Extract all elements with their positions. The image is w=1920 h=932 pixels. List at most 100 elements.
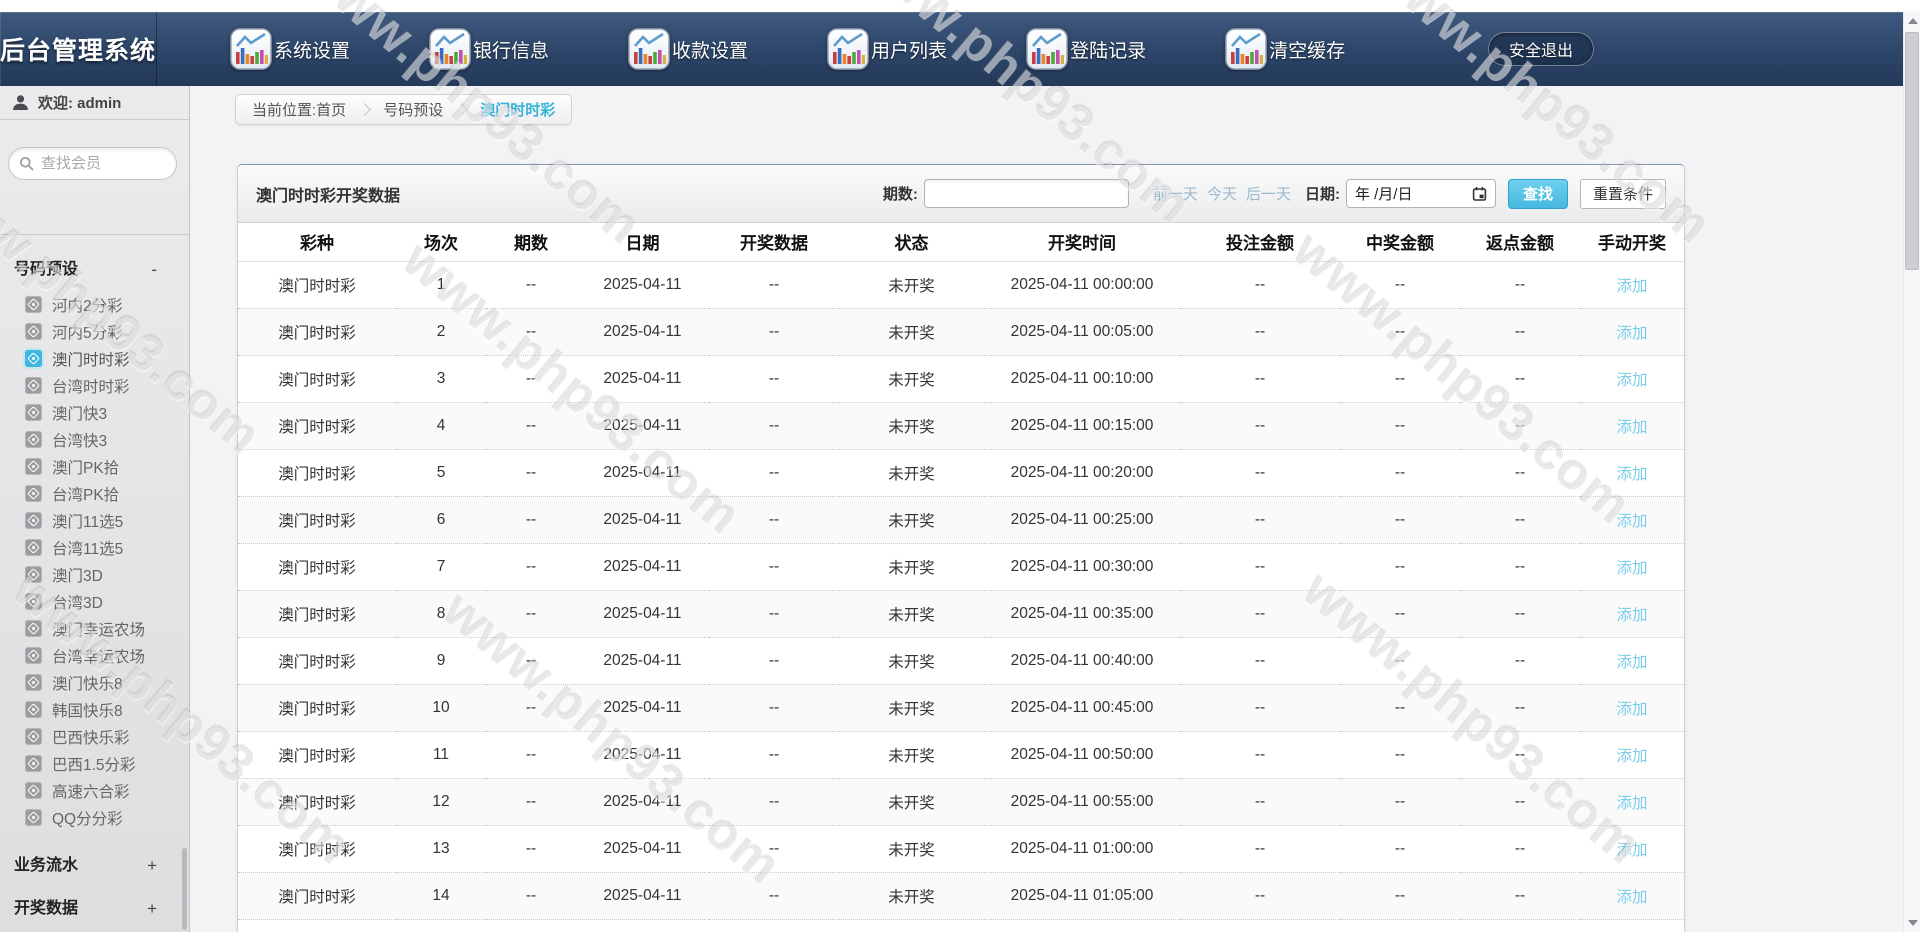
member-search-input[interactable] xyxy=(41,155,161,172)
bullet-icon xyxy=(25,350,42,367)
sidebar-item-lottery[interactable]: 河内5分彩 xyxy=(0,318,189,345)
add-link[interactable]: 添加 xyxy=(1616,372,1647,389)
sidebar-item-lottery[interactable]: 高速六合彩 xyxy=(0,777,189,804)
sidebar-item-lottery[interactable]: QQ分分彩 xyxy=(0,804,189,831)
sidebar-item-label: 澳门时时彩 xyxy=(52,348,130,370)
cell-issue: -- xyxy=(486,308,576,355)
add-link[interactable]: 添加 xyxy=(1616,889,1647,906)
cell-time: 2025-04-11 00:45:00 xyxy=(984,684,1180,731)
bullet-icon xyxy=(25,593,42,610)
sidebar-item-lottery[interactable]: 澳门PK拾 xyxy=(0,453,189,480)
sidebar-item-lottery[interactable]: 巴西快乐彩 xyxy=(0,723,189,750)
sidebar-item-lottery[interactable]: 台湾PK拾 xyxy=(0,480,189,507)
nav-item[interactable]: 系统设置 xyxy=(230,28,350,70)
add-link[interactable]: 添加 xyxy=(1616,795,1647,812)
add-link[interactable]: 添加 xyxy=(1616,701,1647,718)
cell-rebate: -- xyxy=(1460,402,1580,449)
cell-date: 2025-04-11 xyxy=(576,402,709,449)
sidebar-section-draw-data[interactable]: 开奖数据 + xyxy=(14,874,175,922)
table-row: 澳门时时彩 15 -- 2025-04-11 -- 未开奖 2025-04-11… xyxy=(238,919,1684,932)
add-link[interactable]: 添加 xyxy=(1616,325,1647,342)
cell-lottery: 澳门时时彩 xyxy=(238,590,396,637)
date-picker[interactable]: 年 /月/日 xyxy=(1346,179,1496,208)
cell-status: 未开奖 xyxy=(839,261,984,308)
issue-input[interactable] xyxy=(924,179,1129,208)
sidebar-item-lottery[interactable]: 韩国快乐8 xyxy=(0,696,189,723)
reset-filters-button[interactable]: 重置条件 xyxy=(1580,179,1666,209)
add-link[interactable]: 添加 xyxy=(1616,513,1647,530)
expand-icon[interactable]: + xyxy=(147,896,175,922)
cell-draw: -- xyxy=(709,872,839,919)
sidebar-section-business-flow[interactable]: 业务流水 + xyxy=(14,831,175,879)
add-link[interactable]: 添加 xyxy=(1616,466,1647,483)
cell-status: 未开奖 xyxy=(839,637,984,684)
nav-item[interactable]: 用户列表 xyxy=(827,28,947,70)
add-link[interactable]: 添加 xyxy=(1616,560,1647,577)
cell-lottery: 澳门时时彩 xyxy=(238,402,396,449)
sidebar-item-lottery[interactable]: 澳门11选5 xyxy=(0,507,189,534)
add-link[interactable]: 添加 xyxy=(1616,278,1647,295)
cell-bet: -- xyxy=(1180,261,1340,308)
user-icon xyxy=(12,94,29,111)
table-row: 澳门时时彩 9 -- 2025-04-11 -- 未开奖 2025-04-11 … xyxy=(238,637,1684,684)
sidebar-item-lottery[interactable]: 澳门3D xyxy=(0,561,189,588)
prev-day-link[interactable]: 前一天 xyxy=(1153,183,1198,204)
scroll-up-arrow[interactable] xyxy=(1908,18,1918,24)
sidebar-item-lottery[interactable]: 河内2分彩 xyxy=(0,291,189,318)
cell-time: 2025-04-11 00:40:00 xyxy=(984,637,1180,684)
cell-time: 2025-04-11 00:25:00 xyxy=(984,496,1180,543)
breadcrumb-section[interactable]: 号码预设 xyxy=(383,99,443,120)
sidebar-item-lottery[interactable]: 澳门快3 xyxy=(0,399,189,426)
cell-issue: -- xyxy=(486,778,576,825)
add-link[interactable]: 添加 xyxy=(1616,419,1647,436)
sidebar-scrollbar-thumb[interactable] xyxy=(182,848,187,930)
collapse-icon[interactable]: - xyxy=(151,257,175,283)
nav-item-label: 收款设置 xyxy=(672,36,748,63)
cell-win: -- xyxy=(1340,261,1460,308)
sidebar-item-lottery[interactable]: 澳门幸运农场 xyxy=(0,615,189,642)
breadcrumb-home[interactable]: 首页 xyxy=(316,99,346,120)
sidebar-item-lottery[interactable]: 台湾快3 xyxy=(0,426,189,453)
sidebar-item-lottery[interactable]: 澳门时时彩 xyxy=(0,345,189,372)
next-day-link[interactable]: 后一天 xyxy=(1246,183,1291,204)
scroll-down-arrow[interactable] xyxy=(1908,920,1918,926)
add-link[interactable]: 添加 xyxy=(1616,654,1647,671)
sidebar-item-lottery[interactable]: 巴西1.5分彩 xyxy=(0,750,189,777)
cell-lottery: 澳门时时彩 xyxy=(238,449,396,496)
add-link[interactable]: 添加 xyxy=(1616,842,1647,859)
nav-item[interactable]: 登陆记录 xyxy=(1026,28,1146,70)
page-scrollbar xyxy=(1903,12,1920,932)
sidebar-item-lottery[interactable]: 台湾3D xyxy=(0,588,189,615)
cell-lottery: 澳门时时彩 xyxy=(238,543,396,590)
sidebar-section-number-presets[interactable]: 号码预设 - xyxy=(14,235,175,283)
add-link[interactable]: 添加 xyxy=(1616,607,1647,624)
cell-session: 2 xyxy=(396,308,486,355)
cell-session: 15 xyxy=(396,919,486,932)
nav-item[interactable]: 收款设置 xyxy=(628,28,748,70)
sidebar-item-lottery[interactable]: 澳门快乐8 xyxy=(0,669,189,696)
today-link[interactable]: 今天 xyxy=(1207,183,1237,204)
cell-bet: -- xyxy=(1180,825,1340,872)
sidebar-item-lottery[interactable]: 台湾11选5 xyxy=(0,534,189,561)
bullet-icon xyxy=(25,728,42,745)
logout-button[interactable]: 安全退出 xyxy=(1488,32,1594,66)
nav-item-label: 清空缓存 xyxy=(1269,36,1345,63)
nav-item[interactable]: 清空缓存 xyxy=(1225,28,1345,70)
cell-bet: -- xyxy=(1180,637,1340,684)
chart-icon xyxy=(1026,28,1068,70)
cell-session: 13 xyxy=(396,825,486,872)
cell-win: -- xyxy=(1340,496,1460,543)
scrollbar-thumb[interactable] xyxy=(1905,32,1919,270)
expand-icon[interactable]: + xyxy=(147,853,175,879)
nav-item[interactable]: 银行信息 xyxy=(429,28,549,70)
search-button[interactable]: 查找 xyxy=(1508,179,1568,209)
cell-draw: -- xyxy=(709,402,839,449)
sidebar-item-lottery[interactable]: 台湾时时彩 xyxy=(0,372,189,399)
cell-bet: -- xyxy=(1180,778,1340,825)
sidebar-item-label: 澳门3D xyxy=(52,564,103,586)
sidebar-item-label: 高速六合彩 xyxy=(52,780,130,802)
sidebar-item-lottery[interactable]: 台湾幸运农场 xyxy=(0,642,189,669)
add-link[interactable]: 添加 xyxy=(1616,748,1647,765)
cell-lottery: 澳门时时彩 xyxy=(238,355,396,402)
cell-rebate: -- xyxy=(1460,825,1580,872)
